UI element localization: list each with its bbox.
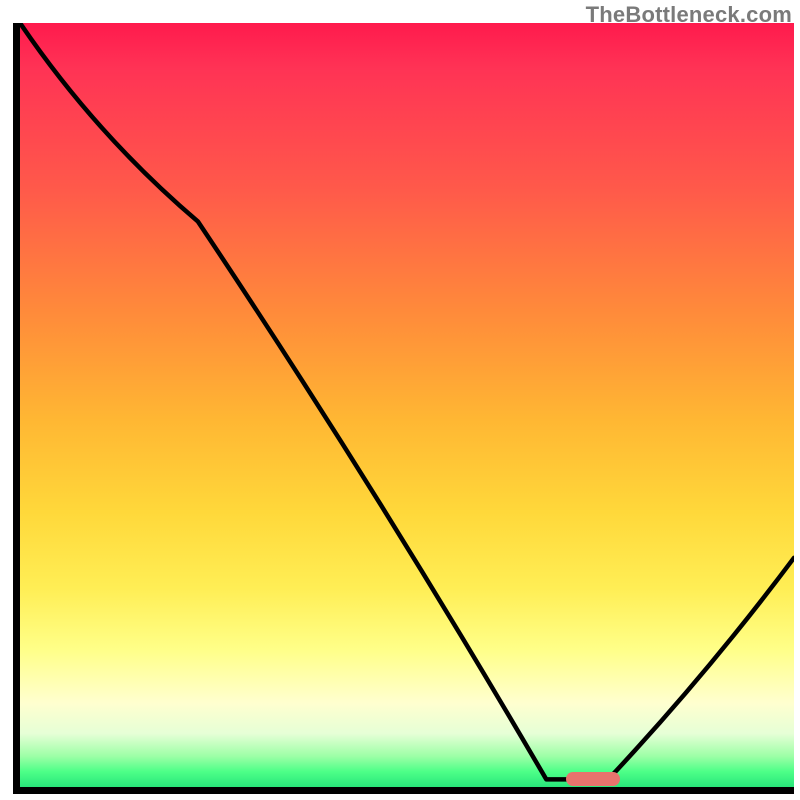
bottleneck-chart: TheBottleneck.com [0, 0, 800, 800]
bottleneck-curve [20, 23, 794, 787]
plot-area [13, 23, 794, 794]
optimal-region-marker [566, 772, 620, 786]
